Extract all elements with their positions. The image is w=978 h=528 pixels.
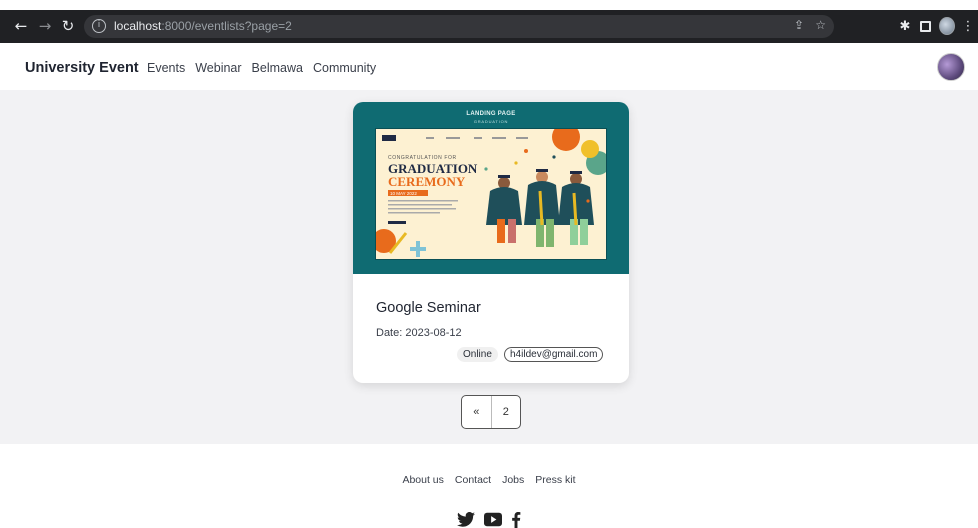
event-mode-badge: Online <box>457 347 498 362</box>
footer: About us Contact Jobs Press kit <box>0 444 978 528</box>
star-icon[interactable]: ☆ <box>815 18 826 32</box>
banner-subtitle: GRADUATION <box>473 119 509 124</box>
url-host: localhost <box>114 19 162 33</box>
pagination-page-2[interactable]: 2 <box>490 396 521 428</box>
nav-link-belmawa[interactable]: Belmawa <box>252 61 303 75</box>
side-panel-icon-wrap[interactable] <box>917 18 933 34</box>
profile-icon <box>939 17 955 35</box>
footer-link-press-kit[interactable]: Press kit <box>535 474 575 486</box>
event-date: Date: 2023-08-12 <box>376 327 462 339</box>
poster-date-badge: 10 MAY 2022 <box>390 191 417 196</box>
back-arrow-icon[interactable]: ← <box>11 16 31 36</box>
event-card-body: Google Seminar Date: 2023-08-12 Online h… <box>353 274 629 383</box>
nav-links: Events Webinar Belmawa Community <box>147 61 376 75</box>
brand-logo[interactable]: University Event <box>25 60 139 76</box>
browser-toolbar: ← → ↻ i localhost:8000/eventlists?page=2… <box>0 10 978 43</box>
share-icon[interactable]: ⇪ <box>794 18 804 32</box>
facebook-icon[interactable] <box>511 512 521 528</box>
footer-link-jobs[interactable]: Jobs <box>502 474 524 486</box>
menu-icon[interactable]: ⋮ <box>960 18 976 34</box>
site-navbar: University Event Events Webinar Belmawa … <box>0 43 978 90</box>
banner-title: LANDING PAGE <box>466 111 516 117</box>
event-title[interactable]: Google Seminar <box>376 300 481 316</box>
nav-link-community[interactable]: Community <box>313 61 376 75</box>
event-contact-badge: h4ildev@gmail.com <box>504 347 604 362</box>
pagination: « 2 <box>461 395 521 429</box>
nav-link-webinar[interactable]: Webinar <box>195 61 241 75</box>
twitter-icon[interactable] <box>457 512 475 528</box>
avatar[interactable] <box>937 53 965 81</box>
event-card[interactable]: LANDING PAGE GRADUATION CONGRATULATION F… <box>353 102 629 383</box>
poster-headline-2: CEREMONY <box>388 174 466 189</box>
social-links <box>0 512 978 528</box>
forward-arrow-icon[interactable]: → <box>35 16 55 36</box>
youtube-icon[interactable] <box>484 512 502 528</box>
event-card-image: LANDING PAGE GRADUATION CONGRATULATION F… <box>353 102 629 274</box>
extensions-icon[interactable]: ✱ <box>897 18 913 34</box>
footer-links: About us Contact Jobs Press kit <box>0 474 978 486</box>
address-bar[interactable]: i localhost:8000/eventlists?page=2 ⇪ ☆ <box>84 15 834 38</box>
browser-top-strip <box>0 0 978 10</box>
footer-link-contact[interactable]: Contact <box>455 474 491 486</box>
graduation-poster: CONGRATULATION FOR GRADUATION CEREMONY 1… <box>375 128 607 260</box>
event-list-section: LANDING PAGE GRADUATION CONGRATULATION F… <box>0 90 978 444</box>
info-icon[interactable]: i <box>92 19 106 33</box>
footer-link-about[interactable]: About us <box>402 474 443 486</box>
profile-icon-wrap[interactable] <box>939 17 955 35</box>
address-bar-url[interactable]: localhost:8000/eventlists?page=2 <box>114 19 292 33</box>
reload-icon[interactable]: ↻ <box>58 16 78 36</box>
url-path: :8000/eventlists?page=2 <box>161 19 292 33</box>
pagination-prev-button[interactable]: « <box>462 396 491 428</box>
nav-link-events[interactable]: Events <box>147 61 185 75</box>
side-panel-icon <box>919 20 931 32</box>
